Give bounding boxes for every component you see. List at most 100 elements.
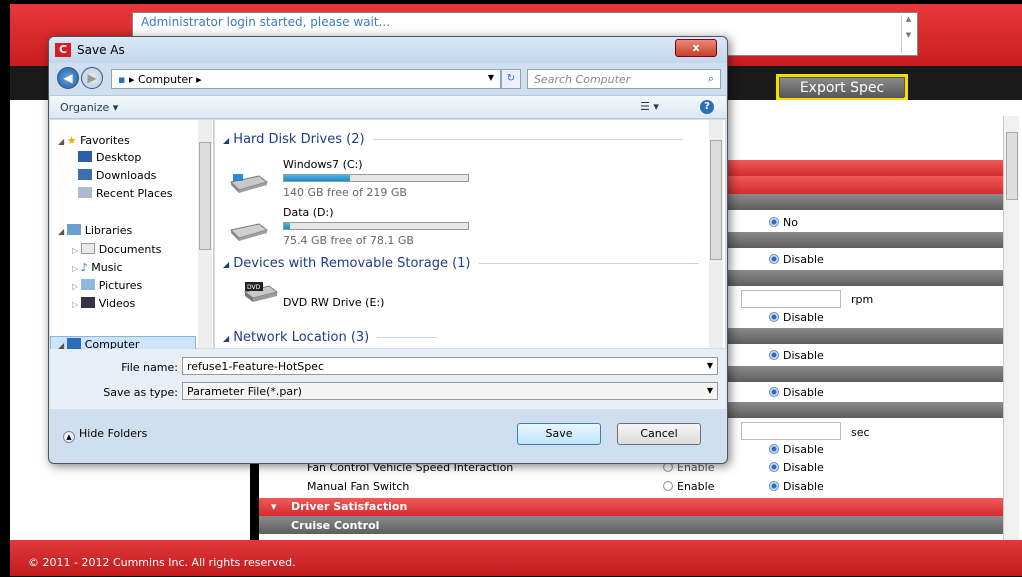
radio-icon: [769, 217, 779, 227]
radio-icon: [769, 481, 779, 491]
nav-item-music[interactable]: ▷ ♪ Music: [72, 261, 123, 274]
nav-item-downloads[interactable]: Downloads: [78, 169, 156, 182]
radio-label: Disable: [783, 461, 824, 474]
drive-name[interactable]: Data (D:): [283, 206, 334, 219]
nav-item-videos[interactable]: ▷ Videos: [72, 297, 135, 310]
nav-label: Downloads: [96, 169, 157, 182]
group-label: Network Location (3): [233, 330, 370, 345]
export-spec-button[interactable]: Export Spec: [776, 74, 908, 100]
subcategory-label: Cruise Control: [291, 519, 380, 532]
unit-label: rpm: [851, 293, 874, 306]
chevron-down-icon: ▾: [271, 500, 277, 513]
help-icon[interactable]: ?: [700, 100, 714, 114]
drive-usage-fill: [284, 223, 290, 229]
radio-label: Disable: [783, 386, 824, 399]
close-button[interactable]: x: [675, 39, 717, 57]
sec-input[interactable]: [741, 422, 841, 440]
search-input[interactable]: Search Computer ⌕: [527, 69, 721, 89]
radio-icon: [769, 350, 779, 360]
drive-usage-bar: [283, 174, 469, 182]
nav-item-desktop[interactable]: Desktop: [78, 151, 141, 164]
nav-item-libraries[interactable]: ◢ Libraries: [58, 224, 132, 237]
radio-icon: [663, 481, 673, 491]
nav-label: Documents: [98, 243, 162, 256]
file-name-value: refuse1-Feature-HotSpec: [187, 360, 324, 373]
nav-label: Desktop: [96, 151, 142, 164]
scrollbar-thumb[interactable]: [1006, 132, 1018, 200]
hide-folders-button[interactable]: ▲ Hide Folders: [63, 427, 147, 443]
drive-name[interactable]: DVD RW Drive (E:): [283, 296, 384, 309]
nav-item-pictures[interactable]: ▷ Pictures: [72, 279, 142, 292]
dvd-badge: DVD: [247, 284, 261, 291]
dvd-drive-icon: DVD: [243, 280, 283, 302]
radio-option[interactable]: Disable: [769, 480, 824, 493]
radio-label: No: [783, 216, 798, 229]
file-name-input[interactable]: refuse1-Feature-HotSpec ▼: [182, 357, 718, 375]
nav-scrollbar[interactable]: [198, 120, 212, 348]
category-label: Driver Satisfaction: [291, 500, 408, 513]
radio-option[interactable]: Disable: [769, 253, 824, 266]
save-fields: File name: refuse1-Feature-HotSpec ▼ Save…: [50, 349, 726, 409]
radio-label: Disable: [783, 311, 824, 324]
chevron-down-icon[interactable]: ▼: [488, 73, 494, 82]
subcategory-header[interactable]: Cruise Control: [259, 516, 1003, 534]
refresh-icon[interactable]: ↻: [501, 69, 521, 89]
copyright-text: © 2011 - 2012 Cummins Inc. All rights re…: [28, 556, 296, 569]
pictures-icon: [80, 279, 95, 290]
save-button[interactable]: Save: [517, 423, 601, 445]
forward-arrow-icon[interactable]: ▶: [81, 67, 103, 89]
organize-button[interactable]: Organize ▾: [60, 101, 118, 114]
scrollbar-thumb[interactable]: [710, 140, 722, 260]
radio-option[interactable]: No: [769, 216, 798, 229]
scrollbar-thumb[interactable]: [199, 142, 211, 250]
unit-label: sec: [851, 426, 870, 439]
hard-drive-icon: [229, 172, 269, 194]
nav-item-recent-places[interactable]: Recent Places: [78, 187, 173, 200]
chevron-down-icon[interactable]: ▼: [707, 361, 713, 370]
address-field[interactable]: ▪ ▸ Computer ▸ ▼: [111, 69, 501, 89]
save-as-dialog: C Save As x ◀ ▶ ▪ ▸ Computer ▸ ▼ ↻ Searc…: [48, 36, 728, 464]
feature-name: Manual Fan Switch: [307, 480, 410, 493]
save-type-label: Save as type:: [103, 386, 178, 399]
hard-drive-icon: [229, 220, 269, 242]
category-header[interactable]: ▾ Driver Satisfaction: [259, 498, 1003, 516]
back-arrow-icon[interactable]: ◀: [57, 67, 79, 89]
chevron-up-icon: ▲: [63, 431, 75, 443]
nav-item-documents[interactable]: ▷ Documents: [72, 243, 161, 256]
save-type-value: Parameter File(*.par): [187, 385, 302, 398]
save-type-select[interactable]: Parameter File(*.par) ▼: [182, 382, 718, 400]
radio-option[interactable]: Disable: [769, 443, 824, 456]
nav-label: Libraries: [84, 224, 133, 237]
footer: © 2011 - 2012 Cummins Inc. All rights re…: [10, 540, 1022, 576]
file-scrollbar[interactable]: [709, 120, 723, 348]
nav-label: Pictures: [98, 279, 143, 292]
app-logo-icon: C: [55, 43, 71, 57]
drive-free-space: 75.4 GB free of 78.1 GB: [283, 234, 414, 247]
file-name-label: File name:: [121, 361, 178, 374]
group-header-removable[interactable]: ◢ Devices with Removable Storage (1): [223, 256, 699, 271]
group-header-network[interactable]: ◢ Network Location (3): [223, 330, 438, 345]
nav-item-favorites[interactable]: ◢ ★ Favorites: [58, 134, 130, 147]
chevron-down-icon[interactable]: ▼: [707, 386, 713, 395]
message-scrollbar[interactable]: ▲ ▼: [901, 15, 915, 53]
radio-option[interactable]: Enable: [663, 480, 714, 493]
cancel-button[interactable]: Cancel: [617, 423, 701, 445]
drive-usage-fill: [284, 175, 351, 181]
radio-option[interactable]: Disable: [769, 311, 824, 324]
group-header-hdd[interactable]: ◢ Hard Disk Drives (2): [223, 132, 683, 147]
radio-label: Disable: [783, 253, 824, 266]
radio-option[interactable]: Disable: [769, 349, 824, 362]
radio-option[interactable]: Disable: [769, 386, 824, 399]
rpm-input[interactable]: [741, 290, 841, 308]
radio-option[interactable]: Disable: [769, 461, 824, 474]
search-icon[interactable]: ⌕: [708, 72, 714, 86]
view-options-icon[interactable]: ☰ ▾: [640, 100, 659, 113]
documents-icon: [80, 243, 95, 254]
drive-free-space: 140 GB free of 219 GB: [283, 186, 407, 199]
main-scrollbar[interactable]: [1003, 116, 1019, 540]
computer-icon: [66, 338, 81, 349]
breadcrumb-computer[interactable]: Computer: [138, 73, 193, 86]
dialog-titlebar[interactable]: C Save As x: [49, 37, 727, 63]
drive-name[interactable]: Windows7 (C:): [283, 158, 363, 171]
radio-label: Enable: [677, 480, 715, 493]
